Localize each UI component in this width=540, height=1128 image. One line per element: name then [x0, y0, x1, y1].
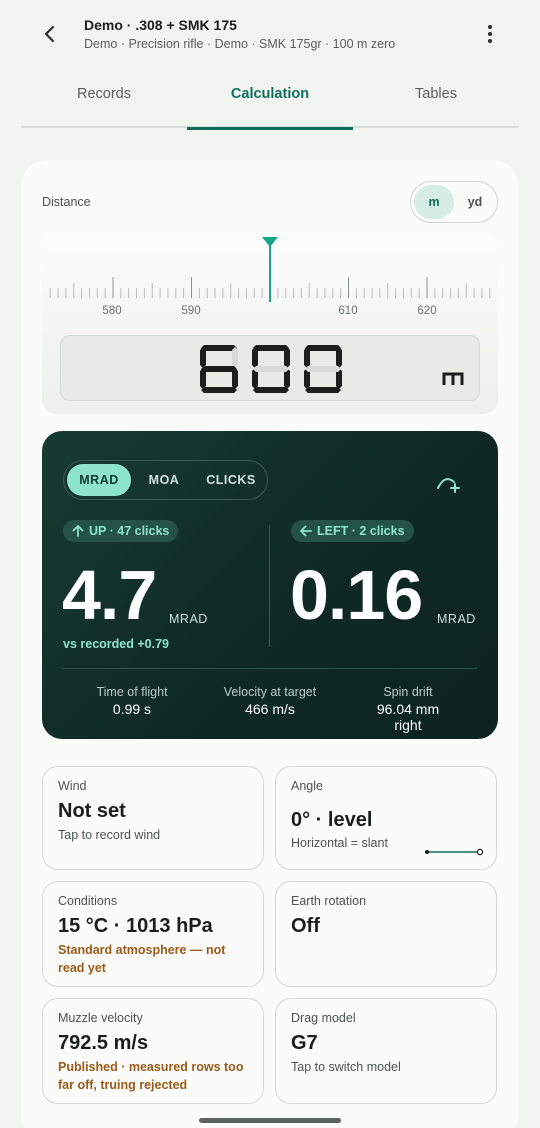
digit-segment [232, 347, 238, 368]
digit-segment [253, 345, 289, 351]
elevation-chip: UP · 47 clicks [63, 520, 179, 542]
digit-segment [253, 387, 289, 393]
card-subtext: Tap to switch model [291, 1060, 401, 1074]
stat-label: Time of flight [96, 685, 168, 699]
page-subtitle: Demo · Precision rifle · Demo · SMK 175g… [84, 37, 396, 51]
stat-label: Spin drift [383, 685, 433, 699]
digit-segment [253, 366, 289, 372]
drag-model-card[interactable]: Drag model G7 Tap to switch model [275, 998, 497, 1104]
unit-m-option[interactable]: m [414, 185, 454, 219]
tab-records[interactable]: Records [21, 72, 187, 128]
trajectory-icon[interactable] [436, 472, 462, 499]
card-label: Wind [58, 779, 87, 793]
distance-ruler[interactable]: 580 590 610 620 [42, 232, 498, 414]
windage-unit: MRAD [437, 612, 476, 626]
digit-segment [305, 387, 341, 393]
windage-chip: LEFT · 2 clicks [291, 520, 414, 542]
column-divider [269, 525, 270, 647]
card-value: Not set [58, 800, 126, 822]
digit-segment [304, 347, 310, 368]
card-label: Drag model [291, 1011, 356, 1025]
elevation-chip-label: UP · 47 clicks [89, 524, 170, 538]
arrow-up-icon [72, 525, 84, 537]
ruler-indicator-marker [262, 237, 278, 247]
card-label: Conditions [58, 894, 118, 908]
digit-segment [201, 387, 237, 393]
stat-value: 466 m/s [245, 701, 295, 717]
unit-mode-selector: MRAD MOA CLICKS [63, 460, 268, 500]
mode-moa[interactable]: MOA [134, 464, 194, 496]
elevation-value: 4.7 [62, 556, 157, 634]
spin-drift-stat: Spin drift 96.04 mm right [363, 685, 453, 733]
card-subtext: Tap to record wind [58, 828, 161, 842]
divider [63, 668, 477, 669]
more-vert-icon[interactable] [478, 20, 502, 48]
tab-tables[interactable]: Tables [353, 72, 519, 128]
digit-segment [305, 366, 341, 372]
mode-mrad[interactable]: MRAD [67, 464, 131, 496]
distance-label: Distance [42, 195, 91, 209]
top-app-bar: Demo · .308 + SMK 175 Demo · Precision r… [0, 0, 540, 70]
digit-segment [201, 345, 237, 351]
stat-label: Velocity at target [223, 685, 317, 699]
wind-card[interactable]: Wind Not set Tap to record wind [42, 766, 264, 870]
arrow-left-icon [300, 525, 312, 537]
digit-segment [305, 345, 341, 351]
card-value: Off [291, 915, 320, 937]
back-arrow-icon[interactable] [36, 20, 64, 48]
time-of-flight-stat: Time of flight 0.99 s [96, 685, 167, 717]
page-title: Demo · .308 + SMK 175 [84, 17, 237, 33]
solution-panel: MRAD MOA CLICKS UP · 47 clicks 4.7 MRAD … [42, 431, 498, 739]
unit-yd-option[interactable]: yd [456, 185, 494, 219]
velocity-at-target-stat: Velocity at target 466 m/s [224, 685, 316, 717]
angle-card[interactable]: Angle 0° · level Horizontal = slant [275, 766, 497, 870]
card-value: G7 [291, 1032, 318, 1054]
card-value: 15 °C · 1013 hPa [58, 915, 213, 937]
vs-recorded-note: vs recorded +0.79 [63, 637, 169, 651]
windage-value: 0.16 [290, 556, 423, 634]
muzzle-velocity-card[interactable]: Muzzle velocity 792.5 m/s Published · me… [42, 998, 264, 1104]
windage-chip-label: LEFT · 2 clicks [317, 524, 405, 538]
distance-readout[interactable] [60, 335, 480, 401]
ruler-label: 590 [181, 305, 201, 317]
stat-value: 96.04 mm right [376, 701, 440, 733]
digit-segment [284, 347, 290, 368]
digit-segment [201, 366, 237, 372]
home-indicator[interactable] [199, 1118, 341, 1123]
card-value: 0° · level [291, 809, 373, 831]
earth-rotation-card[interactable]: Earth rotation Off [275, 881, 497, 987]
card-label: Muzzle velocity [58, 1011, 143, 1025]
digit-segment [200, 347, 206, 368]
seven-segment-digits [200, 345, 342, 393]
ruler-ticks [49, 237, 491, 302]
card-label: Angle [291, 779, 323, 793]
conditions-card[interactable]: Conditions 15 °C · 1013 hPa Standard atm… [42, 881, 264, 987]
ruler-label: 620 [417, 305, 437, 317]
distance-unit-toggle: m yd [410, 181, 498, 223]
tab-bar: Records Calculation Tables [21, 72, 519, 130]
slope-line-icon [425, 848, 484, 856]
mode-clicks[interactable]: CLICKS [197, 464, 265, 496]
card-warning: Standard atmosphere — not read yet [58, 943, 226, 975]
stat-value: 0.99 s [112, 701, 152, 717]
ruler-label: 580 [102, 305, 122, 317]
ruler-label: 610 [338, 305, 358, 317]
tab-calculation[interactable]: Calculation [187, 72, 353, 130]
elevation-unit: MRAD [169, 612, 208, 626]
card-value: 792.5 m/s [58, 1032, 149, 1054]
digit-segment [252, 347, 258, 368]
card-warning: Published · measured rows too far off, t… [58, 1060, 244, 1092]
digit-segment [336, 347, 342, 368]
card-label: Earth rotation [291, 894, 367, 908]
